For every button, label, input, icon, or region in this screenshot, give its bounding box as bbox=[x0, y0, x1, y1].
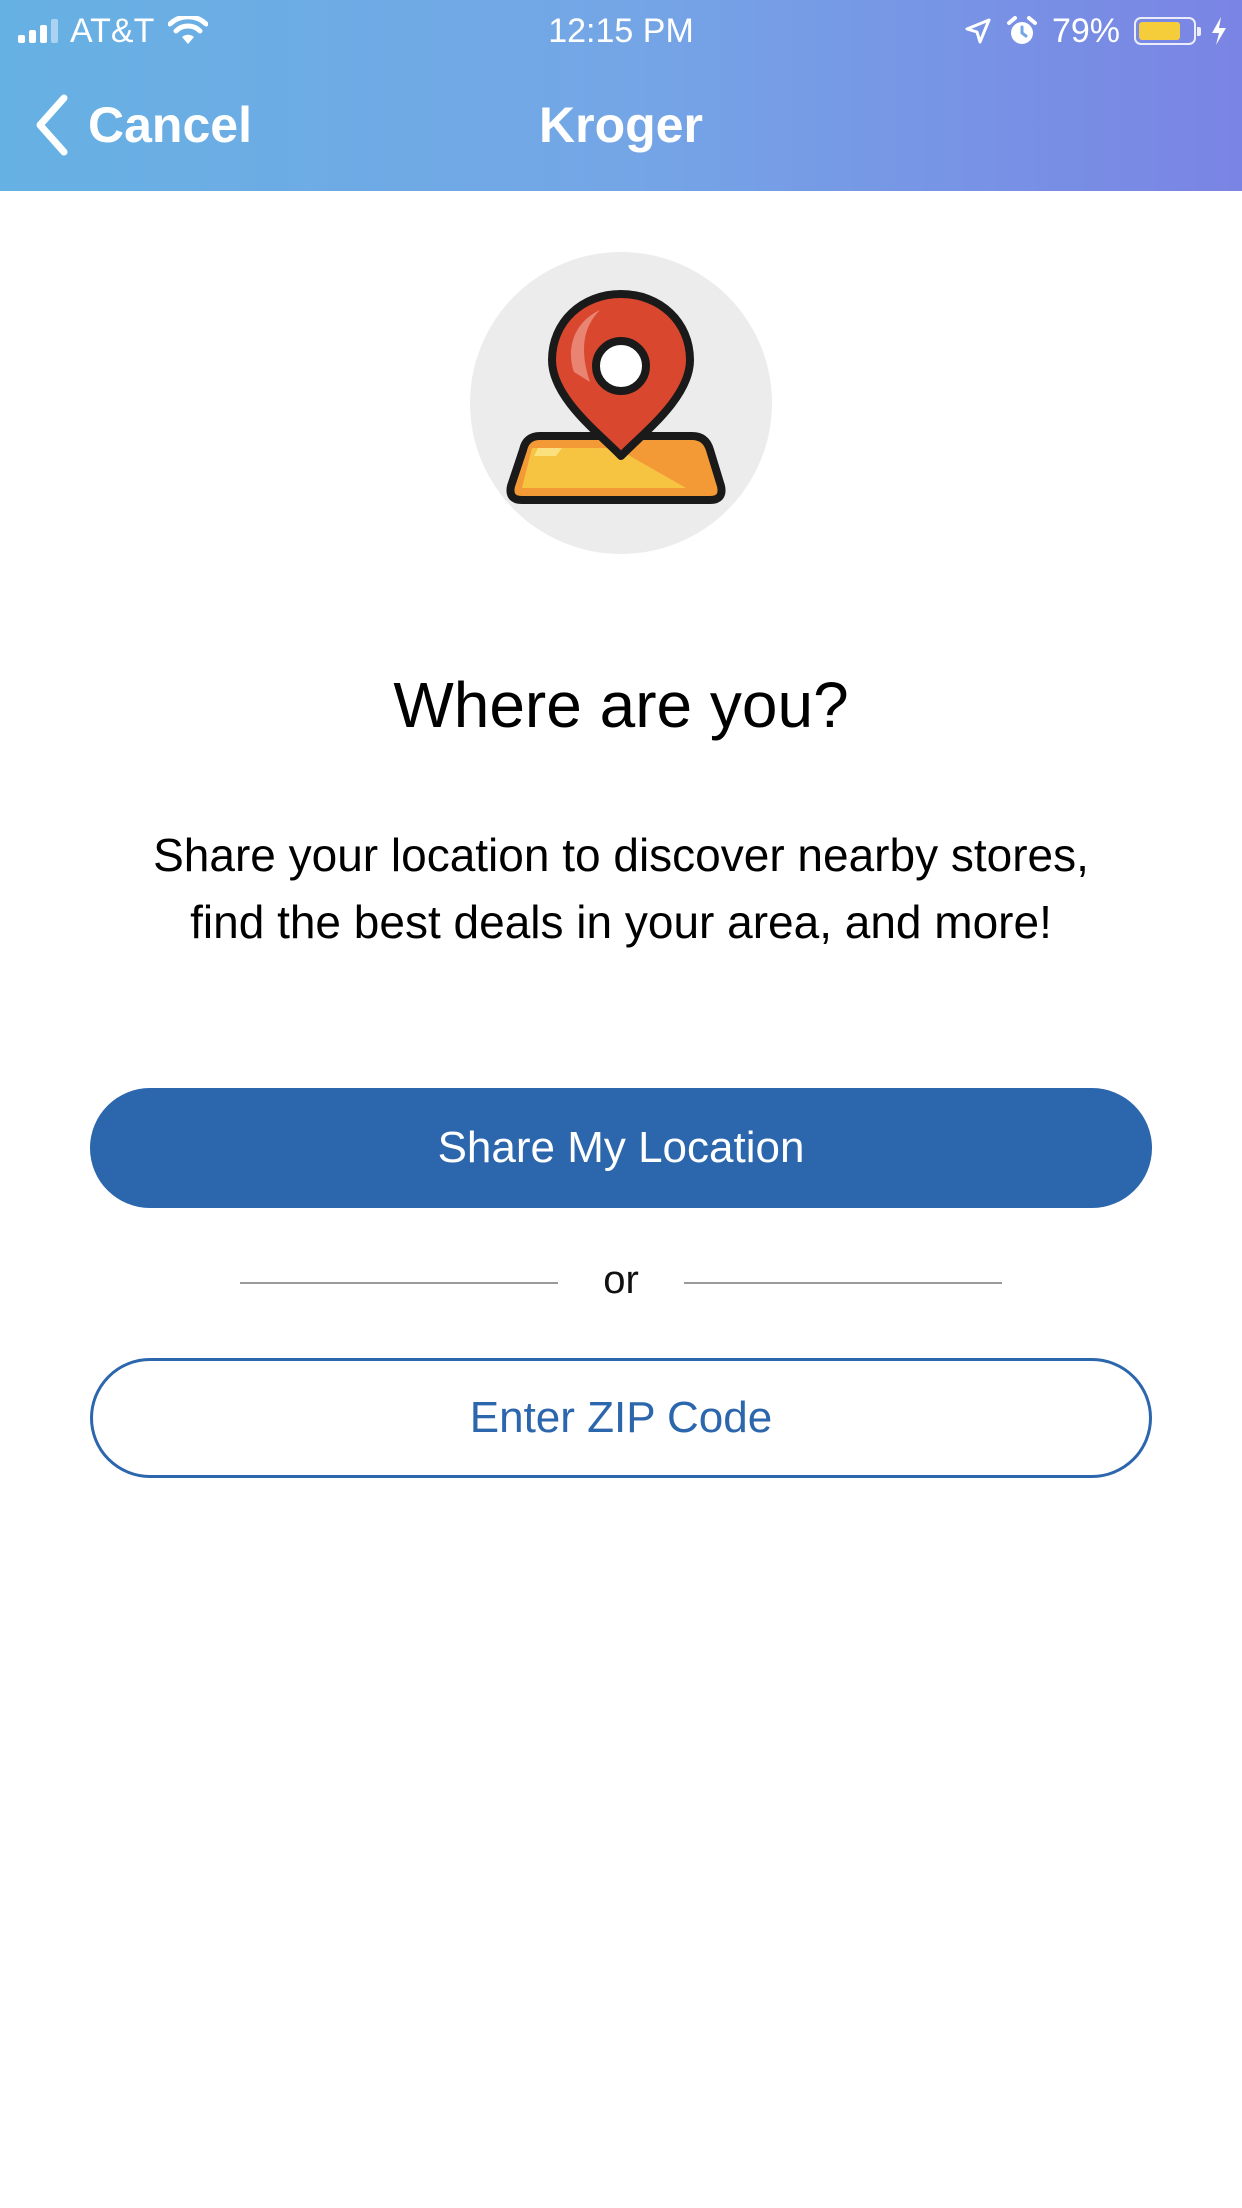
location-arrow-icon bbox=[965, 18, 991, 44]
status-bar: AT&T 12:15 PM 79% bbox=[0, 0, 1242, 62]
charging-bolt-icon bbox=[1212, 17, 1226, 45]
nav-bar: Cancel Kroger bbox=[0, 62, 1242, 191]
nav-title: Kroger bbox=[539, 97, 703, 153]
share-location-button[interactable]: Share My Location bbox=[90, 1088, 1152, 1208]
header: AT&T 12:15 PM 79% Cancel Kroger bbox=[0, 0, 1242, 191]
battery-percent: 79% bbox=[1051, 11, 1120, 50]
or-divider-label: or bbox=[603, 1258, 639, 1302]
status-right: 79% bbox=[964, 8, 1228, 54]
description: Share your location to discover nearby s… bbox=[60, 822, 1182, 956]
page-title: Where are you? bbox=[393, 669, 849, 741]
battery-icon bbox=[1134, 17, 1201, 45]
description-line-2: find the best deals in your area, and mo… bbox=[190, 896, 1052, 948]
description-line-1: Share your location to discover nearby s… bbox=[153, 829, 1089, 881]
divider-right bbox=[684, 1282, 1002, 1284]
map-pin-icon bbox=[506, 290, 726, 504]
alarm-icon bbox=[1006, 16, 1037, 44]
location-illustration bbox=[470, 252, 772, 554]
enter-zip-code-button[interactable]: Enter ZIP Code bbox=[90, 1358, 1152, 1478]
